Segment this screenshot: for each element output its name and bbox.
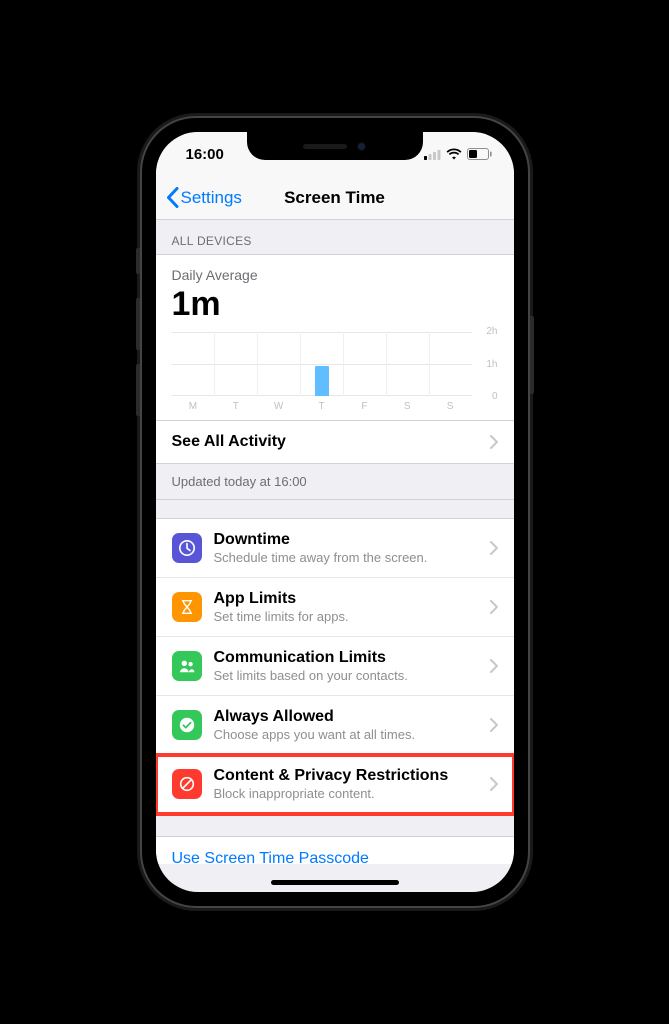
chevron-left-icon — [166, 187, 179, 208]
content-privacy-title: Content & Privacy Restrictions — [214, 767, 490, 785]
use-passcode-label: Use Screen Time Passcode — [172, 850, 369, 864]
see-all-activity-label: See All Activity — [172, 433, 490, 451]
always-allowed-title: Always Allowed — [214, 708, 490, 726]
use-passcode-button[interactable]: Use Screen Time Passcode — [156, 836, 514, 864]
always-allowed-subtitle: Choose apps you want at all times. — [214, 727, 490, 742]
downtime-row[interactable]: Downtime Schedule time away from the scr… — [156, 518, 514, 578]
downtime-icon — [172, 533, 202, 563]
daily-average-card[interactable]: Daily Average 1m 2h 1h 0 MTWTFSS — [156, 255, 514, 421]
back-label: Settings — [181, 188, 242, 208]
chevron-right-icon — [490, 777, 498, 791]
cellular-icon — [424, 149, 441, 160]
front-camera — [357, 142, 366, 151]
notch — [247, 132, 423, 160]
navigation-bar: Settings Screen Time — [156, 176, 514, 220]
app-limits-row[interactable]: App Limits Set time limits for apps. — [156, 578, 514, 637]
checkmark-icon — [172, 710, 202, 740]
updated-label: Updated today at 16:00 — [156, 464, 514, 500]
usage-chart: 2h 1h 0 MTWTFSS — [172, 332, 498, 412]
always-allowed-row[interactable]: Always Allowed Choose apps you want at a… — [156, 696, 514, 755]
content-privacy-row[interactable]: Content & Privacy Restrictions Block ina… — [156, 755, 514, 814]
downtime-title: Downtime — [214, 531, 490, 549]
communication-limits-title: Communication Limits — [214, 649, 490, 667]
home-indicator[interactable] — [271, 880, 399, 885]
content: All Devices Daily Average 1m 2h 1h 0 MTW… — [156, 220, 514, 864]
chevron-right-icon — [490, 718, 498, 732]
people-icon — [172, 651, 202, 681]
see-all-activity-row[interactable]: See All Activity — [156, 421, 514, 464]
chevron-right-icon — [490, 541, 498, 555]
daily-average-label: Daily Average — [172, 267, 498, 283]
app-limits-title: App Limits — [214, 590, 490, 608]
phone-frame: 16:00 Settings Screen Time All Devices D… — [142, 118, 528, 906]
chart-x-ticks: MTWTFSS — [172, 401, 472, 412]
chevron-right-icon — [490, 659, 498, 673]
section-header-all-devices: All Devices — [156, 220, 514, 255]
chevron-right-icon — [490, 600, 498, 614]
communication-limits-row[interactable]: Communication Limits Set limits based on… — [156, 637, 514, 696]
content-privacy-subtitle: Block inappropriate content. — [214, 786, 490, 801]
battery-icon — [467, 148, 492, 160]
hourglass-icon — [172, 592, 202, 622]
screen: 16:00 Settings Screen Time All Devices D… — [156, 132, 514, 892]
chevron-right-icon — [490, 435, 498, 449]
speaker — [303, 144, 347, 149]
chart-y-ticks: 2h 1h 0 — [476, 326, 498, 402]
wifi-icon — [446, 148, 462, 160]
communication-limits-subtitle: Set limits based on your contacts. — [214, 668, 490, 683]
downtime-subtitle: Schedule time away from the screen. — [214, 550, 490, 565]
status-time: 16:00 — [186, 146, 224, 163]
app-limits-subtitle: Set time limits for apps. — [214, 609, 490, 624]
daily-average-value: 1m — [172, 285, 498, 324]
back-button[interactable]: Settings — [166, 187, 242, 208]
no-entry-icon — [172, 769, 202, 799]
